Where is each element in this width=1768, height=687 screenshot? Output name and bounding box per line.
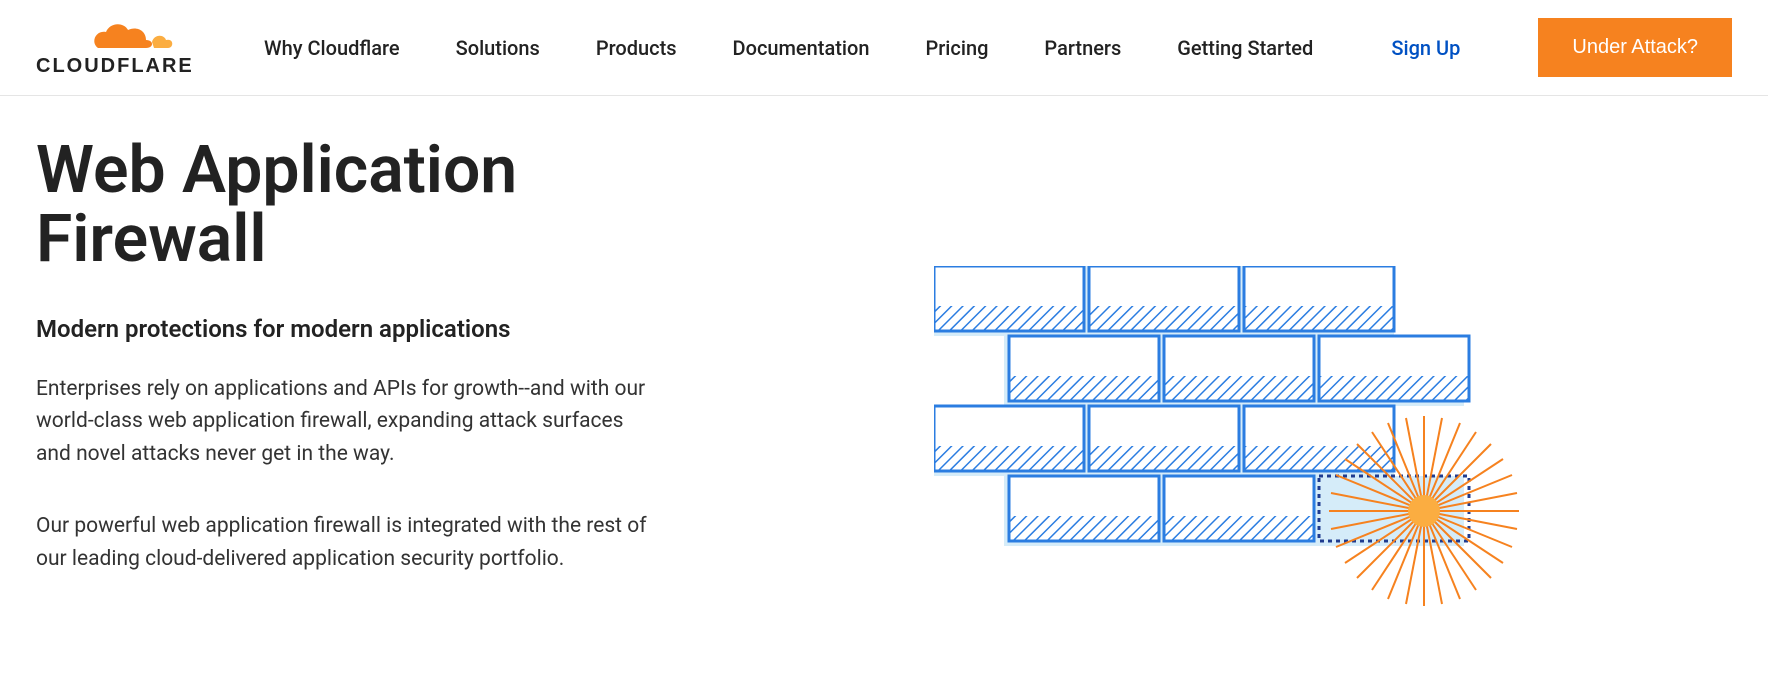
nav-partners[interactable]: Partners [1044,36,1121,60]
main-nav: Why Cloudflare Solutions Products Docume… [264,36,1343,60]
nav-pricing[interactable]: Pricing [925,36,988,60]
nav-solutions[interactable]: Solutions [456,36,540,60]
hero-section: Web Application Firewall Modern protecti… [0,96,1768,646]
site-header: CLOUDFLARE Why Cloudflare Solutions Prod… [0,0,1768,96]
hero-illustration [756,136,1732,646]
svg-text:CLOUDFLARE: CLOUDFLARE [36,55,194,76]
brand-logo[interactable]: CLOUDFLARE [36,20,196,76]
firewall-brick-illustration [934,266,1554,646]
hero-text: Web Application Firewall Modern protecti… [36,136,696,646]
nav-getting-started[interactable]: Getting Started [1177,36,1313,60]
page-title: Web Application Firewall [36,136,696,275]
page-subtitle: Modern protections for modern applicatio… [36,315,696,343]
under-attack-button[interactable]: Under Attack? [1538,18,1732,77]
nav-why-cloudflare[interactable]: Why Cloudflare [264,36,400,60]
nav-documentation[interactable]: Documentation [733,36,870,60]
hero-paragraph-2: Our powerful web application firewall is… [36,510,656,575]
signup-link[interactable]: Sign Up [1391,36,1460,60]
cloudflare-logo-icon: CLOUDFLARE [36,20,196,76]
sunburst-icon [1329,416,1519,606]
nav-products[interactable]: Products [596,36,677,60]
hero-paragraph-1: Enterprises rely on applications and API… [36,373,656,471]
